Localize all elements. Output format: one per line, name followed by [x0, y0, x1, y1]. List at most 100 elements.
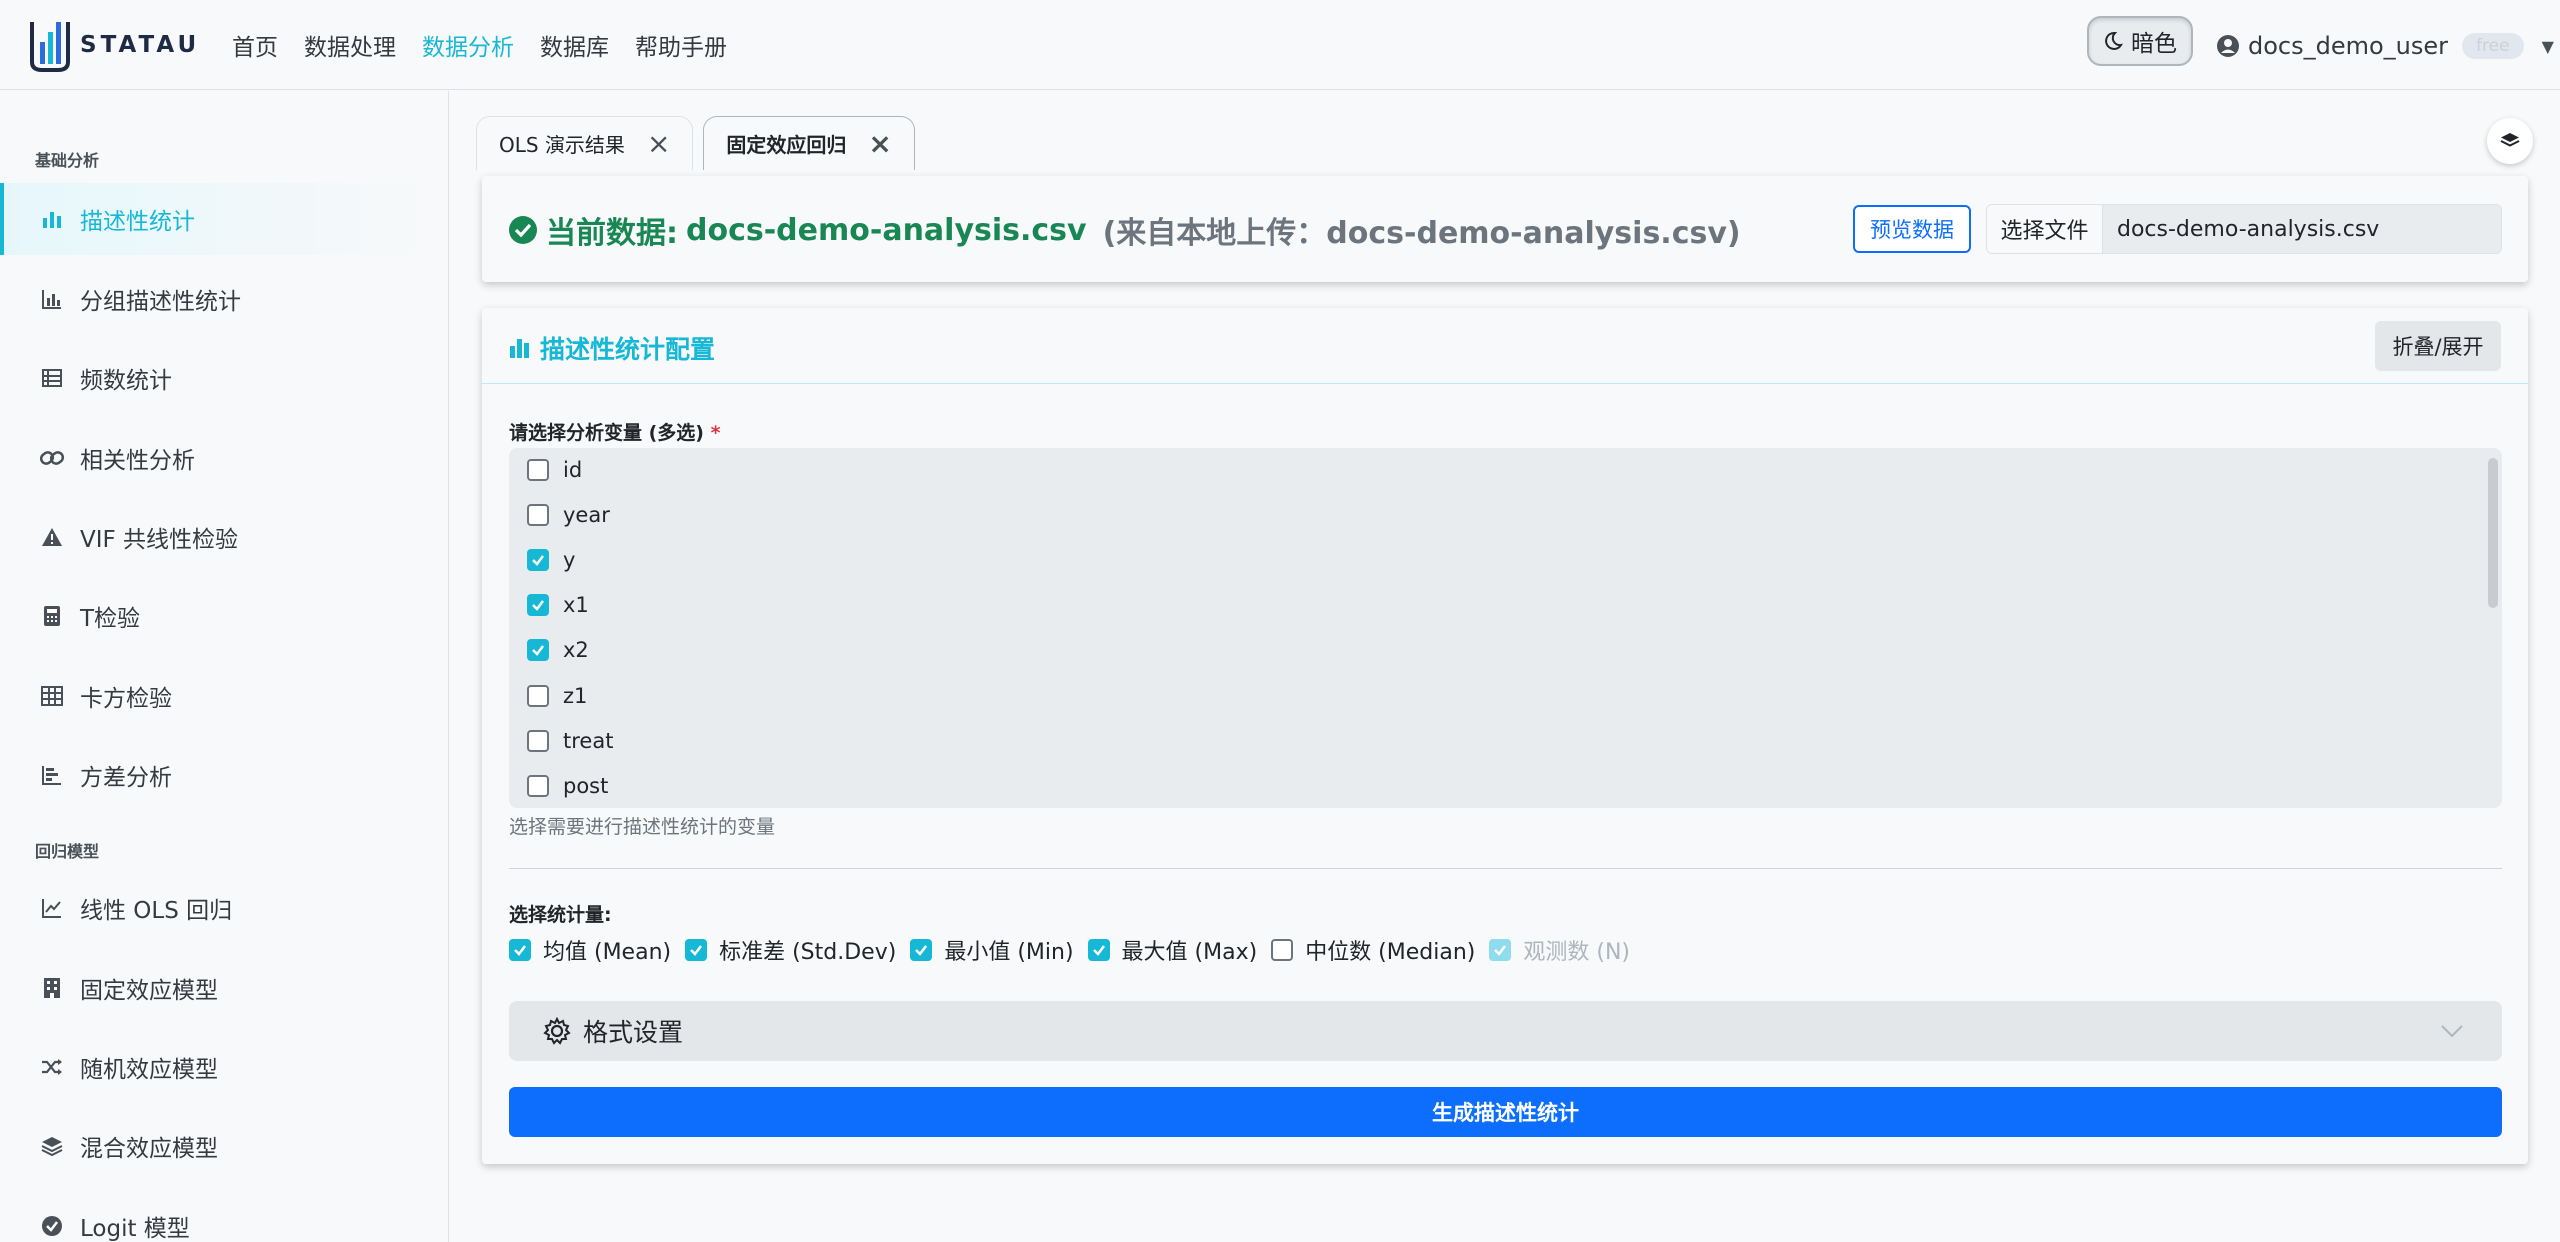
nav-data-processing[interactable]: 数据处理 — [304, 28, 396, 62]
variable-option[interactable]: year — [527, 500, 610, 530]
variables-help-text: 选择需要进行描述性统计的变量 — [509, 816, 776, 838]
sidebar-item-fixed-effects[interactable]: 固定效应模型 — [0, 952, 448, 1024]
variable-name: z1 — [563, 684, 588, 708]
checkbox[interactable] — [527, 775, 549, 797]
config-header: 描述性统计配置 折叠/展开 — [482, 308, 2528, 384]
sidebar-item-frequency[interactable]: 频数统计 — [0, 342, 448, 414]
variable-option[interactable]: x1 — [527, 590, 589, 620]
list-scrollbar[interactable] — [2488, 458, 2498, 608]
sidebar-item-logit[interactable]: Logit 模型 — [0, 1190, 448, 1242]
variable-option[interactable]: post — [527, 771, 608, 801]
checkbox-checked[interactable] — [527, 639, 549, 661]
variable-name: treat — [563, 729, 614, 753]
tab-ols-demo[interactable]: OLS 演示结果 × — [476, 116, 694, 170]
check-icon — [1092, 945, 1105, 956]
stat-option-label: 中位数 (Median) — [1305, 940, 1476, 965]
variables-multiselect[interactable]: id year y x1 x2 z1 treat post — [509, 448, 2502, 808]
checkbox[interactable] — [1271, 939, 1294, 961]
sidebar-item-label: 线性 OLS 回归 — [80, 898, 233, 924]
sidebar-item-label: 分组描述性统计 — [80, 289, 241, 315]
divider — [509, 868, 2502, 869]
variable-option[interactable]: id — [527, 455, 582, 485]
checkbox[interactable] — [527, 459, 549, 481]
layers-icon — [2500, 133, 2520, 147]
sidebar-item-label: 方差分析 — [80, 765, 172, 791]
checkbox-checked[interactable] — [910, 939, 933, 961]
main-nav: 首页 数据处理 数据分析 数据库 帮助手册 — [232, 0, 727, 90]
sidebar-item-mixed-effects[interactable]: 混合效应模型 — [0, 1110, 448, 1182]
tab-label: 固定效应回归 — [726, 133, 847, 157]
variable-option[interactable]: x2 — [527, 635, 589, 665]
stat-option-median[interactable]: 中位数 (Median) — [1271, 934, 1475, 966]
checkbox-checked[interactable] — [685, 939, 708, 961]
file-input[interactable]: 选择文件 docs-demo-analysis.csv — [1986, 204, 2502, 254]
stat-option-min[interactable]: 最小值 (Min) — [910, 934, 1074, 966]
checkbox[interactable] — [527, 685, 549, 707]
stat-option-label: 观测数 (N) — [1523, 940, 1630, 965]
checkbox-checked[interactable] — [509, 939, 531, 961]
nav-database[interactable]: 数据库 — [540, 28, 609, 62]
current-data-prefix: 当前数据: — [546, 216, 678, 251]
user-menu[interactable]: docs_demo_user free ▼ — [2216, 24, 2554, 68]
check-icon — [690, 945, 703, 956]
calculator-icon — [38, 602, 66, 630]
line-chart-icon — [38, 894, 66, 922]
theme-toggle-label: 暗色 — [2131, 31, 2177, 57]
sidebar-item-grouped-stats[interactable]: 分组描述性统计 — [0, 263, 448, 335]
sidebar-item-vif[interactable]: VIF 共线性检验 — [0, 501, 448, 573]
sidebar-item-label: 混合效应模型 — [80, 1136, 218, 1162]
close-icon[interactable]: × — [647, 129, 670, 158]
checkbox-checked[interactable] — [1087, 939, 1110, 961]
theme-toggle-button[interactable]: 暗色 — [2087, 16, 2193, 66]
stat-option-n: 观测数 (N) — [1489, 934, 1630, 966]
variable-name: year — [563, 503, 610, 527]
checkbox-checked[interactable] — [527, 549, 549, 571]
sidebar-item-label: T检验 — [80, 606, 141, 632]
stat-option-label: 最小值 (Min) — [944, 940, 1074, 965]
brand-logo[interactable]: STATAU — [28, 18, 200, 72]
close-icon[interactable]: × — [868, 129, 891, 158]
checkbox-checked-disabled — [1489, 939, 1512, 961]
current-data-source: (来自本地上传：docs-demo-analysis.csv) — [1102, 216, 1741, 251]
variable-name: x2 — [563, 638, 589, 662]
generate-stats-button[interactable]: 生成描述性统计 — [509, 1087, 2502, 1137]
preview-data-button[interactable]: 预览数据 — [1853, 205, 1971, 253]
stat-option-label: 均值 (Mean) — [543, 940, 672, 965]
sidebar-item-anova[interactable]: 方差分析 — [0, 739, 448, 811]
stat-option-label: 最大值 (Max) — [1121, 940, 1258, 965]
sidebar-section-regression: 回归模型 — [35, 842, 100, 861]
stat-option-max[interactable]: 最大值 (Max) — [1087, 934, 1258, 966]
format-settings-accordion[interactable]: 格式设置 — [509, 1001, 2502, 1061]
config-title-text: 描述性统计配置 — [540, 335, 716, 364]
tab-fixed-effects[interactable]: 固定效应回归 × — [703, 116, 915, 170]
choose-file-button[interactable]: 选择文件 — [1987, 205, 2103, 253]
bar-chart-icon — [510, 339, 529, 358]
stat-option-mean[interactable]: 均值 (Mean) — [509, 934, 671, 966]
checkbox[interactable] — [527, 730, 549, 752]
descriptive-config-card: 描述性统计配置 折叠/展开 请选择分析变量 (多选) * id year y x… — [482, 308, 2528, 1164]
stats-options: 均值 (Mean) 标准差 (Std.Dev) 最小值 (Min) 最大值 (M… — [509, 935, 1630, 965]
variable-name: y — [563, 548, 576, 572]
check-icon — [915, 945, 928, 956]
sidebar-item-chi-square[interactable]: 卡方检验 — [0, 660, 448, 732]
sidebar-item-correlation[interactable]: 相关性分析 — [0, 422, 448, 494]
sidebar-item-random-effects[interactable]: 随机效应模型 — [0, 1031, 448, 1103]
nav-help-manual[interactable]: 帮助手册 — [635, 28, 727, 62]
config-title: 描述性统计配置 — [508, 330, 715, 366]
variable-option[interactable]: treat — [527, 726, 613, 756]
variable-option[interactable]: y — [527, 545, 575, 575]
collapse-expand-button[interactable]: 折叠/展开 — [2375, 321, 2501, 371]
sidebar-item-descriptive-stats[interactable]: 描述性统计 — [0, 183, 448, 255]
nav-data-analysis[interactable]: 数据分析 — [422, 28, 514, 62]
sidebar-item-label: VIF 共线性检验 — [80, 527, 239, 553]
nav-home[interactable]: 首页 — [232, 28, 278, 62]
variable-option[interactable]: z1 — [527, 681, 587, 711]
stat-option-stddev[interactable]: 标准差 (Std.Dev) — [685, 934, 896, 966]
layers-toggle-button[interactable] — [2487, 118, 2533, 164]
sidebar-item-ols[interactable]: 线性 OLS 回归 — [0, 872, 448, 944]
table-list-icon — [38, 364, 66, 392]
sidebar-item-label: 固定效应模型 — [80, 978, 218, 1004]
checkbox[interactable] — [527, 504, 549, 526]
checkbox-checked[interactable] — [527, 594, 549, 616]
sidebar-item-t-test[interactable]: T检验 — [0, 580, 448, 652]
